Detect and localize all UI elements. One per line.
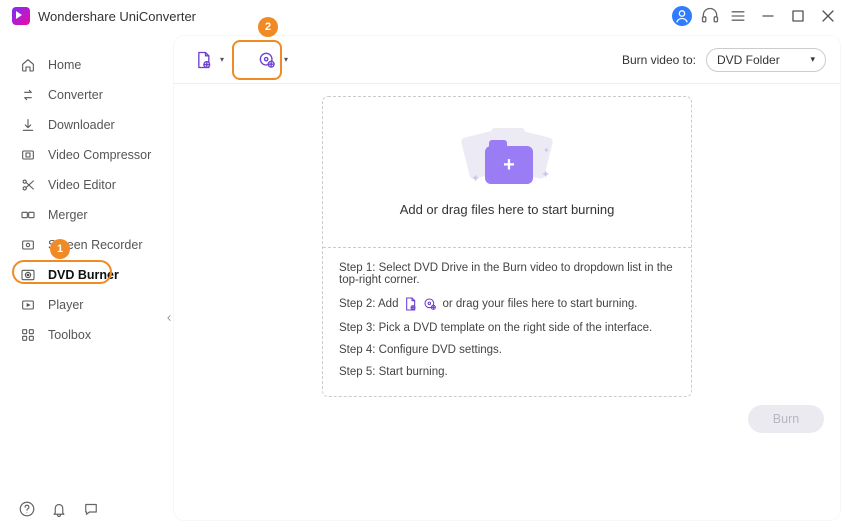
help-icon[interactable] [18, 500, 36, 518]
feedback-icon[interactable] [82, 500, 100, 518]
scissors-icon [20, 177, 36, 193]
maximize-button[interactable] [788, 6, 808, 26]
burn-to-label: Burn video to: [622, 53, 696, 67]
sidebar-item-recorder[interactable]: Screen Recorder [0, 230, 170, 260]
add-folder-illustration-icon: + ✦✦✦ [457, 128, 557, 188]
sidebar-item-label: Merger [48, 208, 88, 222]
step-1: Step 1: Select DVD Drive in the Burn vid… [339, 262, 675, 286]
toolbox-icon [20, 327, 36, 343]
sidebar-item-home[interactable]: Home [0, 50, 170, 80]
sidebar-item-compressor[interactable]: Video Compressor [0, 140, 170, 170]
minimize-button[interactable] [758, 6, 778, 26]
sidebar-item-label: DVD Burner [48, 268, 119, 282]
sidebar-item-dvd-burner[interactable]: DVD Burner [0, 260, 170, 290]
recorder-icon [20, 237, 36, 253]
dropzone-headline: Add or drag files here to start burning [400, 202, 615, 217]
add-file-icon [402, 296, 418, 312]
converter-icon [20, 87, 36, 103]
sidebar-item-label: Toolbox [48, 328, 91, 342]
dropzone-steps: Step 1: Select DVD Drive in the Burn vid… [323, 247, 691, 396]
user-account-icon[interactable] [672, 6, 692, 26]
step-5: Step 5: Start burning. [339, 366, 675, 378]
support-headset-icon[interactable] [700, 6, 720, 26]
compressor-icon [20, 147, 36, 163]
sidebar-item-merger[interactable]: Merger [0, 200, 170, 230]
notification-bell-icon[interactable] [50, 500, 68, 518]
app-logo-icon [12, 7, 30, 25]
sidebar-item-label: Player [48, 298, 83, 312]
sidebar-item-toolbox[interactable]: Toolbox [0, 320, 170, 350]
sidebar-item-editor[interactable]: Video Editor [0, 170, 170, 200]
burn-to-dropdown[interactable]: DVD Folder ▾ [706, 48, 826, 72]
sidebar-item-label: Converter [48, 88, 103, 102]
add-file-button[interactable] [188, 45, 218, 75]
chevron-down-icon: ▾ [810, 54, 815, 65]
download-icon [20, 117, 36, 133]
home-icon [20, 57, 36, 73]
sidebar-item-label: Video Editor [48, 178, 116, 192]
dvd-burner-icon [20, 267, 36, 283]
burn-to-value: DVD Folder [717, 53, 780, 67]
footer: Burn [174, 397, 840, 441]
sidebar-item-converter[interactable]: Converter [0, 80, 170, 110]
player-icon [20, 297, 36, 313]
titlebar: Wondershare UniConverter [0, 0, 850, 32]
sidebar-item-label: Home [48, 58, 81, 72]
sidebar: Home Converter Downloader Video Compress… [0, 32, 170, 528]
menu-icon[interactable] [728, 6, 748, 26]
app-title: Wondershare UniConverter [38, 9, 196, 24]
sidebar-item-label: Downloader [48, 118, 115, 132]
dropzone[interactable]: + ✦✦✦ Add or drag files here to start bu… [322, 96, 692, 397]
chevron-down-icon[interactable]: ▾ [284, 55, 288, 64]
step-3: Step 3: Pick a DVD template on the right… [339, 322, 675, 334]
add-disc-button[interactable] [252, 45, 282, 75]
add-disc-icon [422, 296, 438, 312]
close-button[interactable] [818, 6, 838, 26]
sidebar-item-label: Video Compressor [48, 148, 151, 162]
sidebar-collapse-handle[interactable] [164, 310, 174, 326]
chevron-down-icon[interactable]: ▾ [220, 55, 224, 64]
sidebar-item-downloader[interactable]: Downloader [0, 110, 170, 140]
toolbar: ▾ ▾ Burn video to: DVD Folder ▾ [174, 36, 840, 84]
annotation-badge-1: 1 [50, 239, 70, 259]
merger-icon [20, 207, 36, 223]
sidebar-item-player[interactable]: Player [0, 290, 170, 320]
annotation-badge-2: 2 [258, 17, 278, 37]
step-2: Step 2: Add or drag your files here to s… [339, 296, 675, 312]
step-4: Step 4: Configure DVD settings. [339, 344, 675, 356]
burn-button[interactable]: Burn [748, 405, 824, 433]
